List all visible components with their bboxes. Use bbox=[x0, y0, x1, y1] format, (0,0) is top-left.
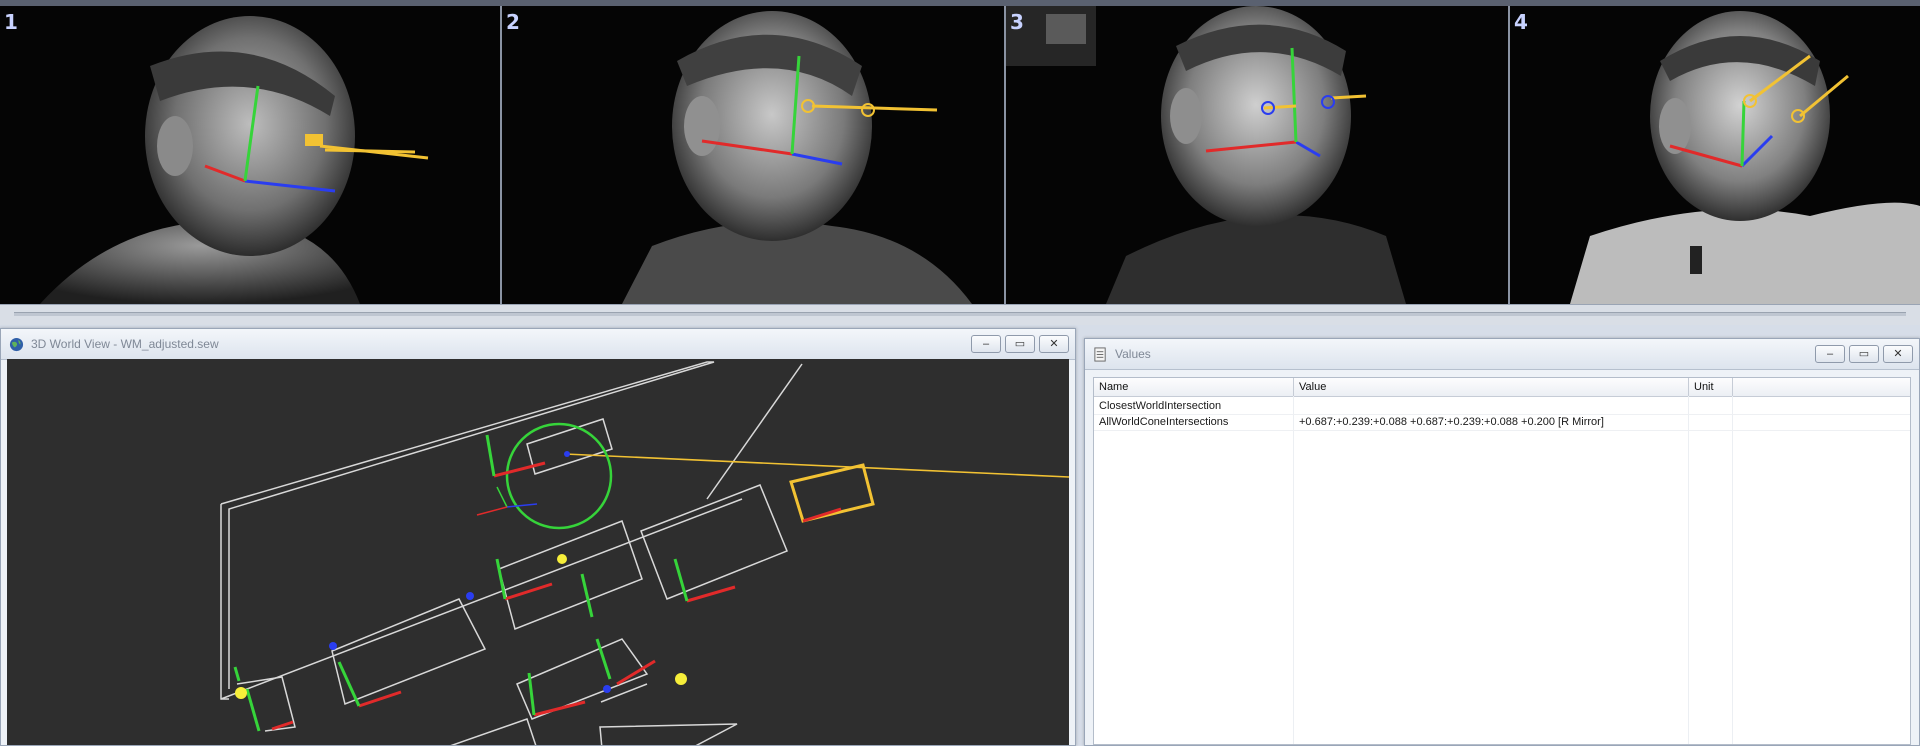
camera-number: 1 bbox=[4, 10, 18, 34]
values-table[interactable]: Name Value Unit ClosestWorldIntersection… bbox=[1093, 377, 1911, 745]
camera-number: 3 bbox=[1010, 10, 1024, 34]
wireframe-planes bbox=[220, 361, 803, 745]
row-value: +0.687:+0.239:+0.088 +0.687:+0.239:+0.08… bbox=[1299, 416, 1604, 428]
world-view-title: 3D World View - WM_adjusted.sew bbox=[31, 337, 219, 351]
camera-3-image bbox=[1006, 6, 1406, 304]
minimize-icon: – bbox=[982, 338, 990, 350]
camera-view-4[interactable]: 4 bbox=[1510, 6, 1920, 304]
globe-icon bbox=[9, 337, 24, 352]
minimize-button[interactable]: – bbox=[971, 335, 1001, 353]
world-3d-canvas[interactable] bbox=[7, 359, 1069, 745]
minimize-icon: – bbox=[1826, 348, 1834, 360]
table-header: Name Value Unit bbox=[1094, 378, 1910, 397]
camera-4-image bbox=[1570, 11, 1920, 304]
column-header-value[interactable]: Value bbox=[1294, 378, 1689, 396]
camera-view-1[interactable]: 1 bbox=[0, 6, 502, 304]
marker-points bbox=[235, 451, 687, 699]
minimize-button[interactable]: – bbox=[1815, 345, 1845, 363]
row-name: AllWorldConeIntersections bbox=[1099, 416, 1229, 428]
values-window[interactable]: Values – ▭ ✕ Name Value Unit ClosestWorl… bbox=[1084, 338, 1920, 746]
document-icon bbox=[1094, 347, 1106, 362]
camera-view-3[interactable]: 3 bbox=[1006, 6, 1510, 304]
camera-number: 2 bbox=[506, 10, 520, 34]
column-divider bbox=[1732, 396, 1733, 744]
camera-strip: 1 2 3 4 bbox=[0, 0, 1920, 305]
world-3d-scene bbox=[220, 361, 1069, 745]
column-header-name[interactable]: Name bbox=[1094, 378, 1294, 396]
close-button[interactable]: ✕ bbox=[1883, 345, 1913, 363]
maximize-button[interactable]: ▭ bbox=[1005, 335, 1035, 353]
values-titlebar[interactable]: Values – ▭ ✕ bbox=[1085, 339, 1919, 370]
close-icon: ✕ bbox=[1893, 348, 1903, 360]
table-row[interactable]: AllWorldConeIntersections +0.687:+0.239:… bbox=[1094, 414, 1910, 431]
values-title: Values bbox=[1115, 347, 1151, 361]
close-icon: ✕ bbox=[1049, 338, 1059, 350]
camera-1-image bbox=[40, 16, 429, 304]
panel-splitter[interactable] bbox=[0, 305, 1920, 325]
column-header-unit[interactable]: Unit bbox=[1689, 378, 1733, 396]
world-view-titlebar[interactable]: 3D World View - WM_adjusted.sew – ▭ ✕ bbox=[1, 329, 1075, 360]
camera-number: 4 bbox=[1514, 10, 1528, 34]
gaze-target-circle bbox=[505, 422, 613, 530]
column-divider bbox=[1688, 396, 1689, 744]
splitter-bar bbox=[14, 312, 1906, 316]
mirror-axis bbox=[802, 507, 842, 523]
table-row[interactable]: ClosestWorldIntersection bbox=[1094, 398, 1910, 415]
window-controls: – ▭ ✕ bbox=[971, 335, 1069, 353]
world-view-window[interactable]: 3D World View - WM_adjusted.sew – ▭ ✕ bbox=[0, 328, 1076, 746]
close-button[interactable]: ✕ bbox=[1039, 335, 1069, 353]
maximize-icon: ▭ bbox=[1858, 348, 1870, 360]
camera-view-2[interactable]: 2 bbox=[502, 6, 1006, 304]
gaze-ray bbox=[564, 453, 1069, 478]
maximize-button[interactable]: ▭ bbox=[1849, 345, 1879, 363]
coordinate-axes bbox=[233, 434, 736, 732]
row-name: ClosestWorldIntersection bbox=[1099, 400, 1222, 412]
maximize-icon: ▭ bbox=[1014, 338, 1026, 350]
window-controls: – ▭ ✕ bbox=[1815, 345, 1913, 363]
column-divider bbox=[1293, 396, 1294, 744]
camera-2-image bbox=[622, 11, 972, 304]
